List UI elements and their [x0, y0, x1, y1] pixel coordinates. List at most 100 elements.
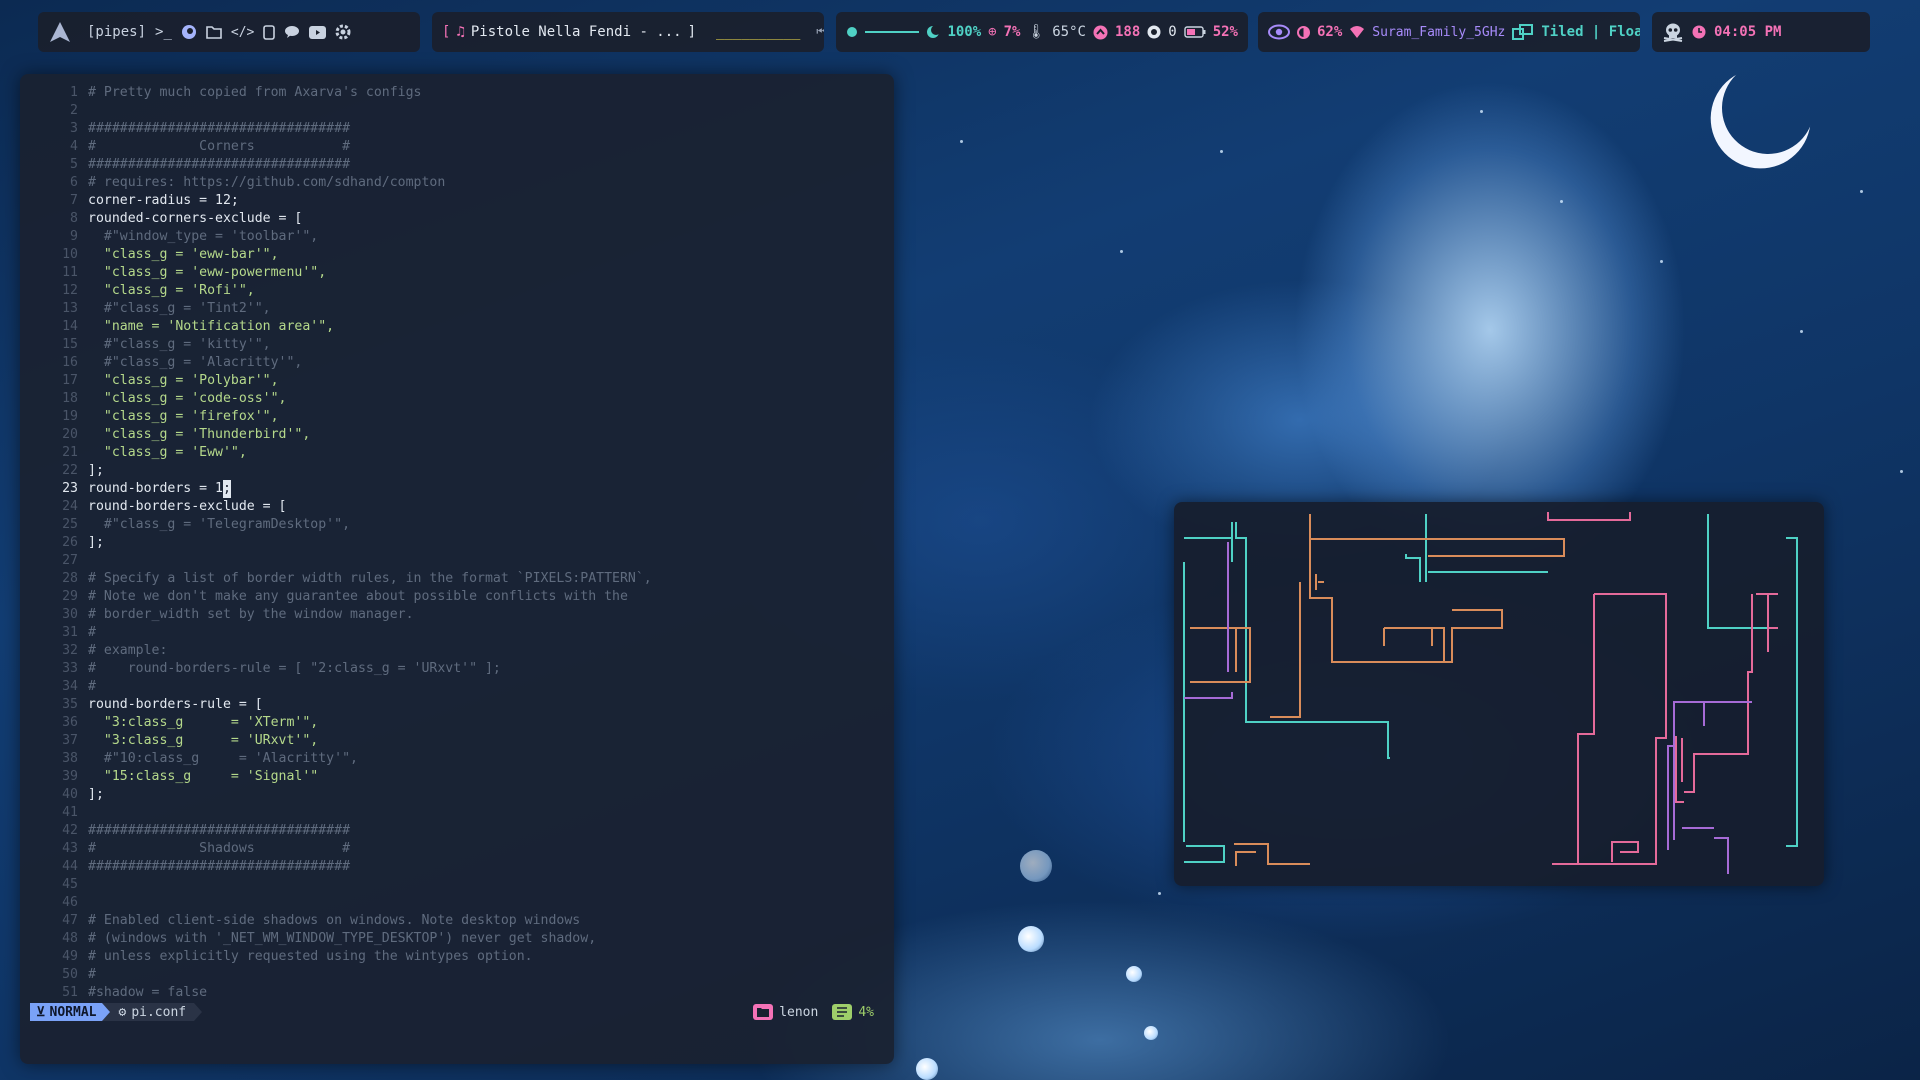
volume-slider[interactable]	[865, 31, 920, 33]
gear-icon: ⚙	[118, 1004, 127, 1020]
code-line[interactable]: 48 # (windows with '_NET_WM_WINDOW_TYPE_D…	[32, 930, 882, 948]
mode-text: NORMAL	[49, 1004, 97, 1020]
code-line[interactable]: 47 # Enabled client-side shadows on windo…	[32, 912, 882, 930]
code-line[interactable]: 49 # unless explicitly requested using th…	[32, 948, 882, 966]
light-orb	[1144, 1026, 1158, 1040]
code-line[interactable]: 30 # border_width set by the window manag…	[32, 606, 882, 624]
pipes-terminal-window[interactable]	[1174, 502, 1824, 886]
song-title[interactable]: Pistole Nella Fendi - ...	[471, 24, 682, 40]
star	[1860, 190, 1863, 193]
file-icon[interactable]	[263, 24, 276, 40]
line-number: 30	[62, 607, 78, 622]
code-line[interactable]: 21 "class_g = 'Eww'",	[32, 444, 882, 462]
code-line[interactable]: 22];	[32, 462, 882, 480]
code-line[interactable]: 13 #"class_g = 'Tint2'",	[32, 300, 882, 318]
code-line[interactable]: 51 #shadow = false	[32, 984, 882, 1002]
code-line[interactable]: 5 #################################	[32, 156, 882, 174]
line-number: 23	[62, 481, 78, 496]
line-text: "class_g = 'firefox'",	[88, 409, 279, 424]
arch-logo-icon[interactable]	[42, 14, 78, 50]
editor-window[interactable]: 1 # Pretty much copied from Axarva's conf…	[20, 74, 894, 1064]
code-line[interactable]: 46	[32, 894, 882, 912]
code-line[interactable]: 19 "class_g = 'firefox'",	[32, 408, 882, 426]
star	[1560, 200, 1563, 203]
line-number: 4	[70, 139, 78, 154]
code-line[interactable]: 34 #	[32, 678, 882, 696]
code-line[interactable]: 44 #################################	[32, 858, 882, 876]
bracket-open: [	[442, 24, 451, 40]
code-line[interactable]: 7 corner-radius = 12;	[32, 192, 882, 210]
github-icon[interactable]	[1147, 25, 1161, 39]
code-line[interactable]: 29 # Note we don't make any guarantee abo…	[32, 588, 882, 606]
line-text: ];	[88, 463, 104, 478]
code-line[interactable]: 12 "class_g = 'Rofi'",	[32, 282, 882, 300]
code-icon[interactable]: </>	[231, 25, 254, 40]
code-line[interactable]: 39 "15:class_g = 'Signal'"	[32, 768, 882, 786]
moon	[1715, 55, 1822, 162]
code-line[interactable]: 17 "class_g = 'Polybar'",	[32, 372, 882, 390]
line-text: # example:	[88, 643, 168, 658]
code-line[interactable]: 16 #"class_g = 'Alacritty'",	[32, 354, 882, 372]
star	[1480, 110, 1483, 113]
code-line[interactable]: 35 round-borders-rule = [	[32, 696, 882, 714]
workspaces-module: [pipes] >_ </>	[38, 12, 420, 52]
youtube-icon[interactable]	[309, 25, 327, 39]
layout-icon[interactable]	[1512, 24, 1534, 40]
code-line[interactable]: 41	[32, 804, 882, 822]
gear-icon[interactable]	[335, 24, 351, 40]
line-number: 45	[62, 877, 78, 892]
code-line[interactable]: 40];	[32, 786, 882, 804]
code-line[interactable]: 2	[32, 102, 882, 120]
firefox-icon[interactable]	[181, 24, 197, 40]
line-text: #"class_g = 'kitty'",	[88, 337, 271, 352]
code-line[interactable]: 28 # Specify a list of border width rules…	[32, 570, 882, 588]
code-line[interactable]: 37 "3:class_g = 'URxvt'",	[32, 732, 882, 750]
code-line[interactable]: 32 # example:	[32, 642, 882, 660]
code-line[interactable]: 20 "class_g = 'Thunderbird'",	[32, 426, 882, 444]
code-line[interactable]: 6 # requires: https://github.com/sdhand/c…	[32, 174, 882, 192]
chat-icon[interactable]	[284, 25, 300, 39]
code-line[interactable]: 43 # Shadows #	[32, 840, 882, 858]
code-line[interactable]: 11 "class_g = 'eww-powermenu'",	[32, 264, 882, 282]
previous-icon[interactable]: ⏮	[816, 25, 824, 39]
code-line[interactable]: 24 round-borders-exclude = [	[32, 498, 882, 516]
line-number: 16	[62, 355, 78, 370]
code-line[interactable]: 18 "class_g = 'code-oss'",	[32, 390, 882, 408]
updates-value: 188	[1114, 24, 1141, 40]
code-line[interactable]: 3 #################################	[32, 120, 882, 138]
volume-icon[interactable]	[846, 26, 858, 38]
skull-icon[interactable]	[1662, 22, 1684, 42]
code-area[interactable]: 1 # Pretty much copied from Axarva's conf…	[32, 84, 882, 1002]
code-line[interactable]: 50 #	[32, 966, 882, 984]
folder-icon	[753, 1004, 774, 1020]
code-line[interactable]: 25 #"class_g = 'TelegramDesktop'",	[32, 516, 882, 534]
terminal-icon[interactable]: >_	[155, 24, 172, 40]
music-progress[interactable]: __________	[716, 24, 800, 40]
code-line[interactable]: 4 # Corners #	[32, 138, 882, 156]
wifi-icon[interactable]	[1349, 25, 1365, 39]
star	[1800, 330, 1803, 333]
code-line[interactable]: 15 #"class_g = 'kitty'",	[32, 336, 882, 354]
code-line[interactable]: 10 "class_g = 'eww-bar'",	[32, 246, 882, 264]
code-line[interactable]: 9 #"window_type = 'toolbar'",	[32, 228, 882, 246]
code-line[interactable]: 1 # Pretty much copied from Axarva's conf…	[32, 84, 882, 102]
folder-icon[interactable]	[206, 25, 222, 39]
line-text: ];	[88, 535, 104, 550]
code-line[interactable]: 31 #	[32, 624, 882, 642]
line-number: 12	[62, 283, 78, 298]
code-line[interactable]: 36 "3:class_g = 'XTerm'",	[32, 714, 882, 732]
code-line[interactable]: 45	[32, 876, 882, 894]
code-line[interactable]: 38 #"10:class_g = 'Alacritty'",	[32, 750, 882, 768]
layout-mode[interactable]: Tiled | Float	[1541, 24, 1640, 40]
code-line[interactable]: 8 rounded-corners-exclude = [	[32, 210, 882, 228]
line-text: # round-borders-rule = [ "2:class_g = 'U…	[88, 661, 501, 676]
code-line[interactable]: 26];	[32, 534, 882, 552]
code-line[interactable]: 27	[32, 552, 882, 570]
workspace-label[interactable]: [pipes]	[87, 24, 146, 40]
code-line[interactable]: 33 # round-borders-rule = [ "2:class_g = …	[32, 660, 882, 678]
code-line[interactable]: 42 #################################	[32, 822, 882, 840]
code-line[interactable]: 14 "name = 'Notification area'",	[32, 318, 882, 336]
wifi-ssid[interactable]: Suram_Family_5GHz	[1372, 25, 1505, 40]
code-line[interactable]: 23 round-borders = 1;	[32, 480, 882, 498]
line-number: 20	[62, 427, 78, 442]
